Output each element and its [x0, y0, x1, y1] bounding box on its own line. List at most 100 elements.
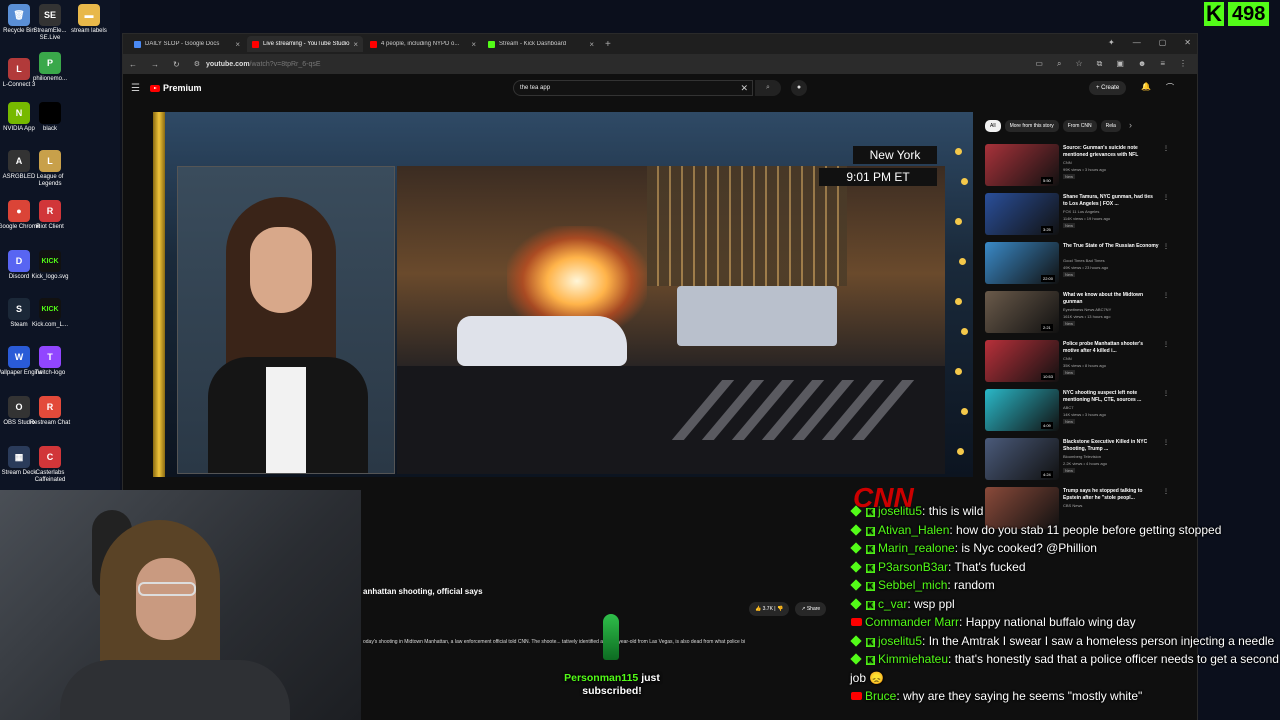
minimize-icon[interactable]: —: [1133, 38, 1141, 47]
chat-text: : this is wild: [922, 504, 984, 518]
recommendation-item[interactable]: 3:25 Shane Tamura, NYC gunman, had ties t…: [985, 193, 1195, 237]
recommendation-item[interactable]: 2:21 What we know about the Midtown gunma…: [985, 291, 1195, 335]
more-options-icon[interactable]: ⋮: [1163, 145, 1169, 152]
share-label: Share: [806, 606, 821, 612]
voice-search-button[interactable]: ●: [791, 80, 807, 96]
duration-badge: 4:24: [1041, 471, 1053, 478]
reload-icon[interactable]: ↻: [173, 60, 180, 69]
back-icon[interactable]: ←: [129, 60, 137, 69]
tab-1[interactable]: DAILY SLOP - Google Docs ×: [129, 36, 245, 52]
extensions-icon[interactable]: ✦: [1108, 38, 1115, 47]
chat-message: Kc_var: wsp ppl: [850, 595, 1280, 614]
recommendation-title: The True State of The Russian Economy: [1063, 243, 1159, 249]
desktop-icon[interactable]: R Restream Chat: [25, 396, 75, 427]
chip[interactable]: More from this story: [1004, 120, 1059, 132]
close-tab-icon[interactable]: ×: [235, 40, 240, 49]
more-options-icon[interactable]: ⋮: [1163, 194, 1169, 201]
video-player[interactable]: New York 9:01 PM ET: [153, 112, 973, 477]
like-button[interactable]: 👍 3.7K | 👎: [749, 602, 790, 616]
recommendation-item[interactable]: 4:24 Blackstone Executive Killed in NYC S…: [985, 438, 1195, 482]
recommendation-views: 161K views • 13 hours ago: [1063, 314, 1111, 319]
more-options-icon[interactable]: ⋮: [1163, 488, 1169, 495]
create-button[interactable]: + Create: [1089, 81, 1127, 95]
video-title: anhattan shooting, official says: [363, 587, 483, 596]
recommendation-item[interactable]: 10:53 Police probe Manhattan shooter's mo…: [985, 340, 1195, 384]
search-icon: ⌕: [766, 84, 770, 91]
desktop-icon[interactable]: KICK Kick.com_L...: [25, 298, 75, 329]
street-scene-panel: [397, 166, 945, 474]
profile-icon[interactable]: ☻: [1138, 59, 1146, 69]
desktop-icon[interactable]: T Twitch-logo: [25, 346, 75, 377]
url-field[interactable]: youtube.com/watch?v=8tpRr_6-qsE: [206, 61, 321, 68]
app-icon: KICK: [39, 298, 61, 320]
sub-badge-icon: [850, 634, 862, 647]
bookmark-star-icon[interactable]: ☆: [1075, 59, 1082, 69]
more-options-icon[interactable]: ⋮: [1163, 243, 1169, 250]
recommendation-title: Source: Gunman's suicide note mentioned …: [1063, 145, 1139, 158]
new-tab-icon[interactable]: +: [605, 39, 611, 50]
close-tab-icon[interactable]: ×: [471, 40, 476, 49]
desktop-icon[interactable]: Pphilionemo...: [25, 52, 75, 83]
create-label: Create: [1101, 85, 1120, 91]
extension-puzzle-icon[interactable]: ⧉: [1097, 59, 1103, 69]
channel-avatar-icon[interactable]: ⌒: [1166, 82, 1174, 93]
sub-badge-icon: [850, 653, 862, 665]
recommendation-item[interactable]: 5:50 Source: Gunman's suicide note mentio…: [985, 144, 1195, 188]
tab-3[interactable]: 4 people, including NYPD o... ×: [365, 36, 481, 52]
fire-truck: [677, 286, 837, 346]
desktop-icon[interactable]: R Riot Client: [25, 200, 75, 231]
thumbs-down-icon[interactable]: 👎: [777, 606, 783, 612]
kick-badge-icon: K: [866, 582, 875, 591]
recommendation-views: 114K views • 19 hours ago: [1063, 216, 1111, 221]
tab-4[interactable]: Stream - Kick Dashboard ×: [483, 36, 599, 52]
chip[interactable]: From CNN: [1062, 120, 1097, 132]
more-options-icon[interactable]: ⋮: [1163, 439, 1169, 446]
new-badge: New: [1063, 370, 1076, 375]
menu-icon[interactable]: ⋮: [1179, 59, 1187, 69]
zoom-icon[interactable]: ⌕: [1057, 59, 1061, 69]
kick-count: 498: [1228, 2, 1270, 26]
forward-icon[interactable]: →: [151, 60, 159, 69]
search-input[interactable]: the tea app ✕: [513, 80, 753, 96]
share-icon: ↗: [801, 606, 806, 612]
chat-username: Marin_realone: [878, 541, 955, 555]
clear-search-icon[interactable]: ✕: [740, 83, 748, 94]
close-tab-icon[interactable]: ×: [589, 40, 594, 49]
desktop-icon-label: Twitch-logo: [34, 370, 66, 376]
recommendation-item[interactable]: 22:00 The True State of The Russian Econo…: [985, 242, 1195, 286]
close-tab-icon[interactable]: ×: [353, 40, 358, 49]
search-button[interactable]: ⌕: [755, 80, 781, 96]
share-button[interactable]: ↗ Share: [795, 602, 827, 616]
media-icon[interactable]: ≡: [1160, 59, 1165, 69]
tab-label: DAILY SLOP - Google Docs: [145, 41, 220, 47]
youtube-logo[interactable]: Premium: [149, 83, 201, 93]
chat-username: Bruce: [865, 689, 897, 703]
more-options-icon[interactable]: ⋮: [1163, 292, 1169, 299]
toolbar-icons: ▭ ⌕ ☆ ⧉ ▣ ☻ ≡ ⋮: [1035, 59, 1197, 69]
maximize-icon[interactable]: ▢: [1159, 38, 1167, 47]
recommendation-title: Blackstone Executive Killed in NYC Shoot…: [1063, 439, 1148, 452]
video-actions: 👍 3.7K | 👎 ↗ Share: [749, 602, 827, 616]
sidepanel-icon[interactable]: ▣: [1116, 59, 1124, 69]
desktop-icon[interactable]: L League of Legends: [25, 150, 75, 188]
chip[interactable]: Rela: [1100, 120, 1121, 132]
recommendation-item[interactable]: 4:09 NYC shooting suspect left note menti…: [985, 389, 1195, 433]
hamburger-icon[interactable]: ☰: [131, 83, 140, 94]
desktop-icon[interactable]: C Casterlabs Caffeinated: [25, 446, 75, 484]
duration-badge: 4:09: [1041, 422, 1053, 429]
close-window-icon[interactable]: ✕: [1184, 38, 1191, 47]
desktop-icon[interactable]: black: [25, 102, 75, 133]
more-options-icon[interactable]: ⋮: [1163, 390, 1169, 397]
more-options-icon[interactable]: ⋮: [1163, 341, 1169, 348]
desktop-icon[interactable]: KICK Kick_logo.svg: [25, 250, 75, 281]
tab-2[interactable]: Live streaming - YouTube Studio ×: [247, 36, 363, 52]
notifications-bell-icon[interactable]: 🔔: [1141, 82, 1151, 91]
cast-icon[interactable]: ▭: [1035, 59, 1043, 69]
chip[interactable]: All: [985, 120, 1001, 132]
recommendation-title: NYC shooting suspect left note mentionin…: [1063, 390, 1142, 403]
chevron-right-icon[interactable]: ›: [1129, 120, 1132, 132]
tab-favicon-icon: [488, 40, 495, 48]
new-badge: New: [1063, 419, 1076, 424]
site-info-icon[interactable]: ⚙: [194, 60, 200, 68]
desktop-icon[interactable]: ▬ stream labels: [64, 4, 114, 35]
